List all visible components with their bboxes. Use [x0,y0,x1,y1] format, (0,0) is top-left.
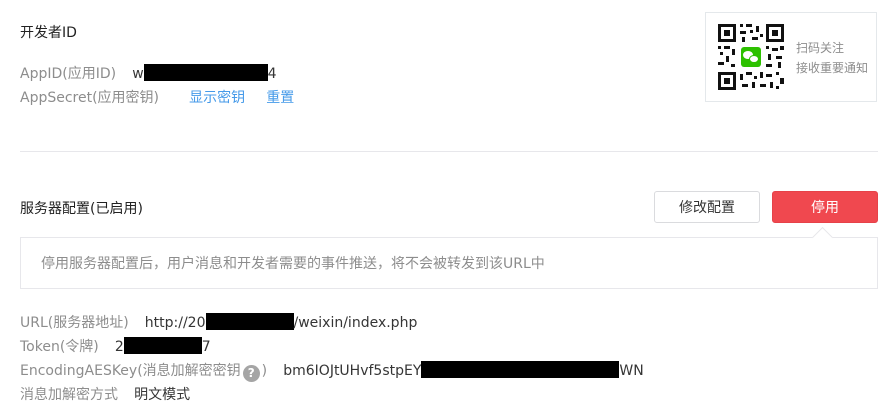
encrypt-mode-value: 明文模式 [134,387,191,403]
token-redaction [123,337,202,354]
token-value-suffix: 7 [201,339,211,355]
reset-secret-link[interactable]: 重置 [266,90,294,106]
disable-tip-text: 停用服务器配置后，用户消息和开发者需要的事件推送，将不会被转发到该URL中 [41,256,545,272]
show-secret-link[interactable]: 显示密钥 [189,90,245,106]
aeskey-row: EncodingAESKey(消息加解密密钥?) bm6IOJtUHvf5stp… [20,360,644,382]
encrypt-mode-row: 消息加解密方式 明文模式 [20,384,190,404]
section-divider [20,151,878,152]
help-circle-icon[interactable]: ? [242,364,260,382]
url-value-suffix: /weixin/index.php [293,315,418,331]
qr-notify-box: 扫码关注 接收重要通知 [705,12,877,102]
modify-config-button[interactable]: 修改配置 [654,191,760,223]
appsecret-label: AppSecret(应用密钥) [20,90,160,106]
url-value-prefix: http://20 [144,315,206,331]
server-config-title: 服务器配置(已启用) [20,201,143,217]
appid-redaction [143,64,268,81]
encrypt-mode-label: 消息加解密方式 [20,387,118,403]
appid-row: AppID(应用ID) w 4 [20,63,277,83]
developer-id-title: 开发者ID [20,25,77,41]
url-redaction [205,313,294,330]
url-row: URL(服务器地址) http://20/weixin/index.php [20,312,417,332]
appid-value-suffix: 4 [267,66,277,82]
aeskey-label-close: ) [261,363,268,379]
aeskey-redaction [421,361,620,378]
disable-button[interactable]: 停用 [772,191,878,223]
aeskey-value-prefix: bm6IOJtUHvf5stpEY [283,363,422,379]
disable-tip-box: 停用服务器配置后，用户消息和开发者需要的事件推送，将不会被转发到该URL中 [20,237,878,289]
token-label: Token(令牌) [20,339,99,355]
url-label: URL(服务器地址) [20,315,129,331]
qr-text-line1: 扫码关注 [796,41,845,55]
aeskey-value-suffix: WN [619,363,644,379]
appid-value-prefix: w [132,66,144,82]
qr-text-line2: 接收重要通知 [796,61,869,75]
appid-label: AppID(应用ID) [20,66,117,82]
qr-code-icon [716,22,786,92]
token-value-prefix: 2 [114,339,124,355]
token-row: Token(令牌) 2 7 [20,336,211,356]
aeskey-label: EncodingAESKey(消息加解密密钥 [20,363,241,379]
appsecret-row: AppSecret(应用密钥) 显示密钥 重置 [20,87,294,107]
